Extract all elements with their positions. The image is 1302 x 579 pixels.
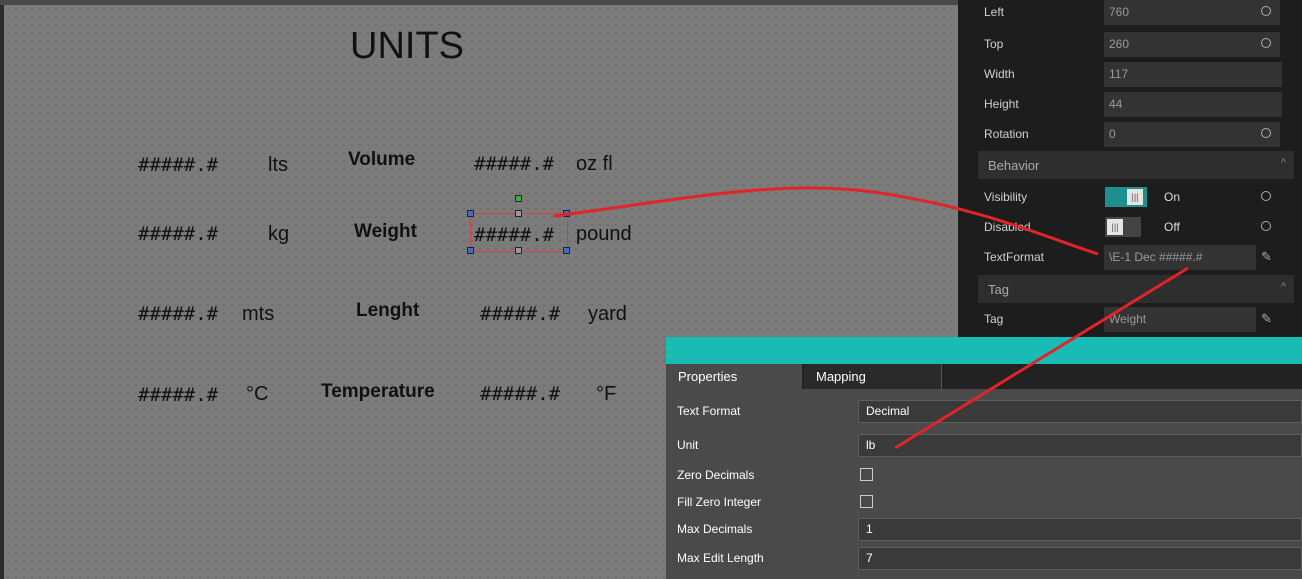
max-decimals-input[interactable]: 1 xyxy=(858,518,1302,541)
dialog-row-max-edit-length: Max Edit Length 7 xyxy=(666,544,1302,572)
prop-rotation-label: Rotation xyxy=(984,127,1029,141)
text-format-dialog: Properties Mapping Text Format Decimal U… xyxy=(666,337,1302,579)
volume-right-value[interactable]: #####.# xyxy=(474,153,554,175)
zero-decimals-label: Zero Decimals xyxy=(677,468,755,482)
temperature-label[interactable]: Temperature xyxy=(321,381,435,403)
prop-disabled-label: Disabled xyxy=(984,220,1031,234)
prop-height-row: Height 44 xyxy=(958,90,1302,120)
volume-right-unit[interactable]: oz fl xyxy=(576,153,613,176)
prop-tag-label: Tag xyxy=(984,312,1004,326)
resize-handle-bottom-left[interactable] xyxy=(467,247,474,254)
prop-textformat-input[interactable]: \E-1 Dec #####.# xyxy=(1104,245,1256,270)
length-left-unit[interactable]: mts xyxy=(242,303,274,326)
length-left-value[interactable]: #####.# xyxy=(138,303,218,325)
fill-zero-integer-checkbox[interactable] xyxy=(860,495,873,508)
dialog-row-fill-zero-integer: Fill Zero Integer xyxy=(666,488,1302,516)
max-edit-length-label: Max Edit Length xyxy=(677,551,764,565)
dialog-row-zero-decimals: Zero Decimals xyxy=(666,461,1302,489)
temperature-left-unit[interactable]: °C xyxy=(246,383,268,406)
prop-visibility-label: Visibility xyxy=(984,190,1028,204)
prop-width-row: Width 117 xyxy=(958,60,1302,90)
pencil-icon[interactable]: ✎ xyxy=(1261,311,1272,327)
prop-disabled-row: Disabled ||| Off xyxy=(958,213,1302,243)
prop-width-input[interactable]: 117 xyxy=(1104,62,1282,87)
prop-tag-input[interactable]: Weight xyxy=(1104,307,1256,332)
link-icon[interactable] xyxy=(1261,191,1271,201)
prop-rotation-row: Rotation 0 xyxy=(958,120,1302,150)
max-edit-length-input[interactable]: 7 xyxy=(858,547,1302,570)
dialog-row-text-format: Text Format Decimal xyxy=(666,397,1302,425)
volume-left-unit[interactable]: lts xyxy=(268,154,288,177)
visibility-toggle[interactable]: ||| xyxy=(1105,187,1147,207)
zero-decimals-checkbox[interactable] xyxy=(860,468,873,481)
page-title: UNITS xyxy=(350,25,464,67)
volume-left-value[interactable]: #####.# xyxy=(138,154,218,176)
prop-textformat-row: TextFormat \E-1 Dec #####.# ✎ xyxy=(958,243,1302,273)
disabled-toggle[interactable]: ||| xyxy=(1105,217,1141,237)
prop-rotation-input[interactable]: 0 xyxy=(1104,122,1280,147)
resize-handle-bottom-right[interactable] xyxy=(563,247,570,254)
resize-handle-top-right[interactable] xyxy=(563,210,570,217)
disabled-state: Off xyxy=(1164,220,1180,234)
fill-zero-integer-label: Fill Zero Integer xyxy=(677,495,762,509)
volume-label[interactable]: Volume xyxy=(348,149,415,171)
weight-left-unit[interactable]: kg xyxy=(268,223,289,246)
link-icon[interactable] xyxy=(1261,6,1271,16)
prop-height-input[interactable]: 44 xyxy=(1104,92,1282,117)
weight-left-value[interactable]: #####.# xyxy=(138,223,218,245)
dialog-row-max-decimals: Max Decimals 1 xyxy=(666,515,1302,543)
link-icon[interactable] xyxy=(1261,128,1271,138)
tag-section-title: Tag xyxy=(988,282,1009,297)
prop-height-label: Height xyxy=(984,97,1019,111)
collapse-chevron-icon[interactable]: ^ xyxy=(1281,281,1286,293)
prop-top-label: Top xyxy=(984,37,1004,51)
weight-right-unit[interactable]: pound xyxy=(576,223,632,246)
prop-top-row: Top 260 xyxy=(958,30,1302,60)
pencil-icon[interactable]: ✎ xyxy=(1261,249,1272,265)
behavior-section-header[interactable]: Behavior ^ xyxy=(978,151,1294,179)
text-format-label: Text Format xyxy=(677,404,741,418)
resize-handle-top[interactable] xyxy=(515,210,522,217)
link-icon[interactable] xyxy=(1261,38,1271,48)
collapse-chevron-icon[interactable]: ^ xyxy=(1281,157,1286,169)
max-decimals-label: Max Decimals xyxy=(677,522,753,536)
prop-visibility-row: Visibility ||| On xyxy=(958,183,1302,213)
prop-tag-row: Tag Weight ✎ xyxy=(958,305,1302,335)
resize-handle-bottom[interactable] xyxy=(515,247,522,254)
unit-input[interactable]: lb xyxy=(858,434,1302,457)
temperature-left-value[interactable]: #####.# xyxy=(138,384,218,406)
length-right-value[interactable]: #####.# xyxy=(480,303,560,325)
rotation-handle[interactable] xyxy=(515,195,522,202)
prop-top-input[interactable]: 260 xyxy=(1104,32,1280,57)
length-label[interactable]: Lenght xyxy=(356,300,419,322)
tab-properties[interactable]: Properties xyxy=(666,364,802,389)
behavior-section-title: Behavior xyxy=(988,158,1040,173)
prop-left-row: Left 760 xyxy=(958,0,1302,30)
prop-width-label: Width xyxy=(984,67,1015,81)
link-icon[interactable] xyxy=(1261,221,1271,231)
dialog-header[interactable] xyxy=(666,337,1302,364)
weight-label[interactable]: Weight xyxy=(354,221,417,243)
unit-label: Unit xyxy=(677,438,699,452)
visibility-state: On xyxy=(1164,190,1181,204)
prop-textformat-label: TextFormat xyxy=(984,250,1045,264)
prop-left-input[interactable]: 760 xyxy=(1104,0,1280,25)
temperature-right-value[interactable]: #####.# xyxy=(480,383,560,405)
temperature-right-unit[interactable]: °F xyxy=(596,383,616,406)
text-format-select[interactable]: Decimal xyxy=(858,400,1302,423)
dialog-tabs: Properties Mapping xyxy=(666,364,1302,389)
prop-left-label: Left xyxy=(984,5,1005,19)
resize-handle-top-left[interactable] xyxy=(467,210,474,217)
dialog-row-unit: Unit lb xyxy=(666,431,1302,459)
length-right-unit[interactable]: yard xyxy=(588,303,627,326)
tab-mapping[interactable]: Mapping xyxy=(804,364,942,389)
tag-section-header[interactable]: Tag ^ xyxy=(978,275,1294,303)
